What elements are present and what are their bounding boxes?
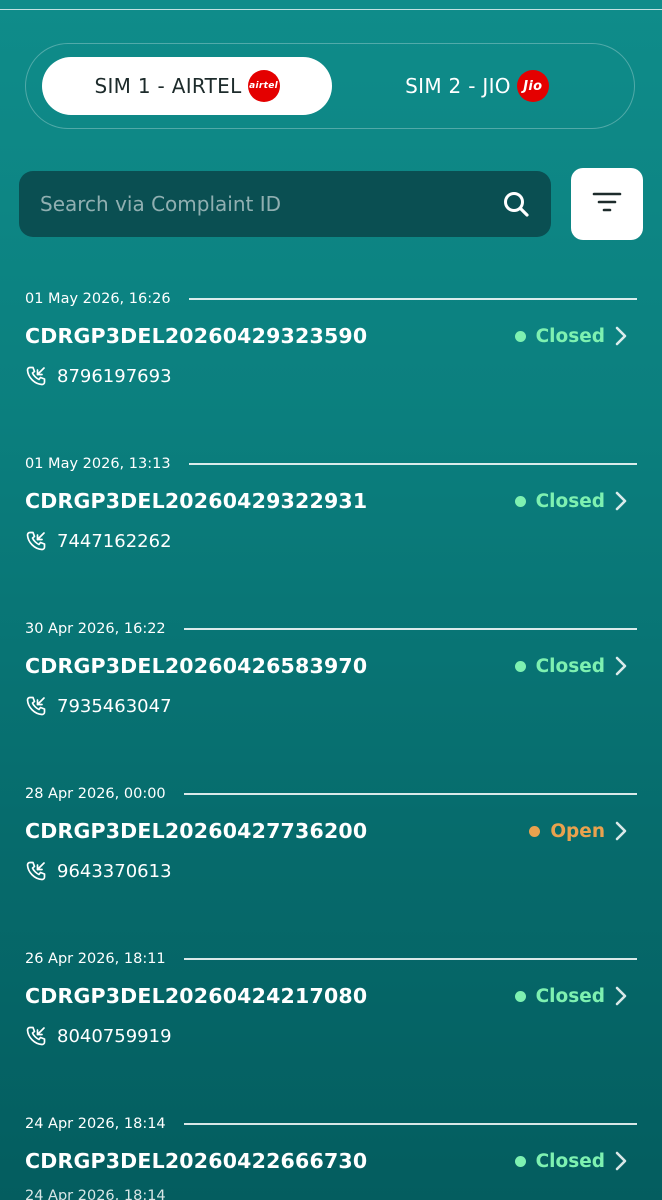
sim-2-label: SIM 2 - JIO [405, 74, 511, 98]
filter-icon [592, 191, 622, 217]
airtel-logo-icon: airtel [247, 70, 280, 102]
complaint-item[interactable]: 28 Apr 2026, 00:00 CDRGP3DEL202604277362… [0, 784, 662, 949]
status-label: Closed [535, 1150, 605, 1172]
chevron-right-icon[interactable] [614, 820, 628, 842]
status-badge[interactable]: Open [529, 820, 628, 842]
next-complaint-date-peek: 24 Apr 2026, 18:14 [25, 1188, 166, 1200]
complaint-date-row: 24 Apr 2026, 18:14 [25, 1114, 637, 1134]
phone-row: 7935463047 [25, 695, 172, 717]
incoming-call-icon [25, 695, 47, 717]
complaint-date: 01 May 2026, 13:13 [25, 456, 171, 472]
phone-row: 8796197693 [25, 365, 172, 387]
complaint-date-row: 30 Apr 2026, 16:22 [25, 619, 637, 639]
date-divider [188, 298, 637, 300]
status-dot [514, 1155, 526, 1167]
status-dot [514, 990, 526, 1002]
sim-1-tab[interactable]: SIM 1 - AIRTEL airtel [42, 57, 332, 115]
complaint-date-row: 01 May 2026, 13:13 [25, 454, 637, 474]
jio-logo-icon: Jio [516, 70, 549, 102]
sim-2-tab[interactable]: SIM 2 - JIO Jio [332, 57, 622, 115]
complaint-date: 01 May 2026, 16:26 [25, 291, 171, 307]
status-dot [514, 495, 526, 507]
search-bar [19, 171, 551, 237]
incoming-call-icon [25, 365, 47, 387]
phone-row: 7447162262 [25, 530, 172, 552]
phone-number: 7447162262 [57, 530, 172, 552]
complaint-date: 28 Apr 2026, 00:00 [25, 786, 166, 802]
phone-number: 7935463047 [57, 695, 172, 717]
date-divider [183, 958, 637, 960]
incoming-call-icon [25, 530, 47, 552]
status-badge[interactable]: Closed [514, 985, 628, 1007]
date-divider [188, 463, 637, 465]
phone-number: 8040759919 [57, 1025, 172, 1047]
complaint-id: CDRGP3DEL20260426583970 [25, 654, 368, 678]
status-badge[interactable]: Closed [514, 490, 628, 512]
complaint-date-row: 01 May 2026, 16:26 [25, 289, 637, 309]
phone-number: 8796197693 [57, 365, 172, 387]
complaint-id: CDRGP3DEL20260424217080 [25, 984, 368, 1008]
complaint-item[interactable]: 01 May 2026, 16:26 CDRGP3DEL202604293235… [0, 289, 662, 454]
top-divider [0, 9, 662, 10]
complaint-date: 30 Apr 2026, 16:22 [25, 621, 166, 637]
sim-selector: SIM 1 - AIRTEL airtel SIM 2 - JIO Jio [25, 43, 635, 129]
complaint-id: CDRGP3DEL20260429323590 [25, 324, 368, 348]
chevron-right-icon[interactable] [614, 325, 628, 347]
complaint-date-row: 26 Apr 2026, 18:11 [25, 949, 637, 969]
sim-1-label: SIM 1 - AIRTEL [94, 74, 242, 98]
complaint-item[interactable]: 30 Apr 2026, 16:22 CDRGP3DEL202604265839… [0, 619, 662, 784]
status-dot [514, 660, 526, 672]
incoming-call-icon [25, 860, 47, 882]
chevron-right-icon[interactable] [614, 655, 628, 677]
complaint-item[interactable]: 26 Apr 2026, 18:11 CDRGP3DEL202604242170… [0, 949, 662, 1114]
filter-button[interactable] [571, 168, 643, 240]
complaint-item[interactable]: 01 May 2026, 13:13 CDRGP3DEL202604293229… [0, 454, 662, 619]
status-dot [514, 330, 526, 342]
status-label: Closed [535, 985, 605, 1007]
complaint-id: CDRGP3DEL20260422666730 [25, 1149, 368, 1173]
complaint-id: CDRGP3DEL20260429322931 [25, 489, 368, 513]
status-dot [529, 825, 541, 837]
search-icon[interactable] [501, 189, 531, 219]
status-badge[interactable]: Closed [514, 655, 628, 677]
search-input[interactable] [38, 191, 501, 217]
date-divider [183, 793, 637, 795]
complaint-date-row: 28 Apr 2026, 00:00 [25, 784, 637, 804]
date-divider [183, 628, 637, 630]
status-label: Open [550, 820, 605, 842]
incoming-call-icon [25, 1025, 47, 1047]
status-label: Closed [535, 325, 605, 347]
status-badge[interactable]: Closed [514, 325, 628, 347]
chevron-right-icon[interactable] [614, 985, 628, 1007]
phone-number: 9643370613 [57, 860, 172, 882]
complaint-date: 26 Apr 2026, 18:11 [25, 951, 166, 967]
chevron-right-icon[interactable] [614, 1150, 628, 1172]
phone-row: 8040759919 [25, 1025, 172, 1047]
status-label: Closed [535, 490, 605, 512]
chevron-right-icon[interactable] [614, 490, 628, 512]
status-label: Closed [535, 655, 605, 677]
complaint-date: 24 Apr 2026, 18:14 [25, 1116, 166, 1132]
status-badge[interactable]: Closed [514, 1150, 628, 1172]
date-divider [183, 1123, 637, 1125]
complaint-id: CDRGP3DEL20260427736200 [25, 819, 368, 843]
phone-row: 9643370613 [25, 860, 172, 882]
